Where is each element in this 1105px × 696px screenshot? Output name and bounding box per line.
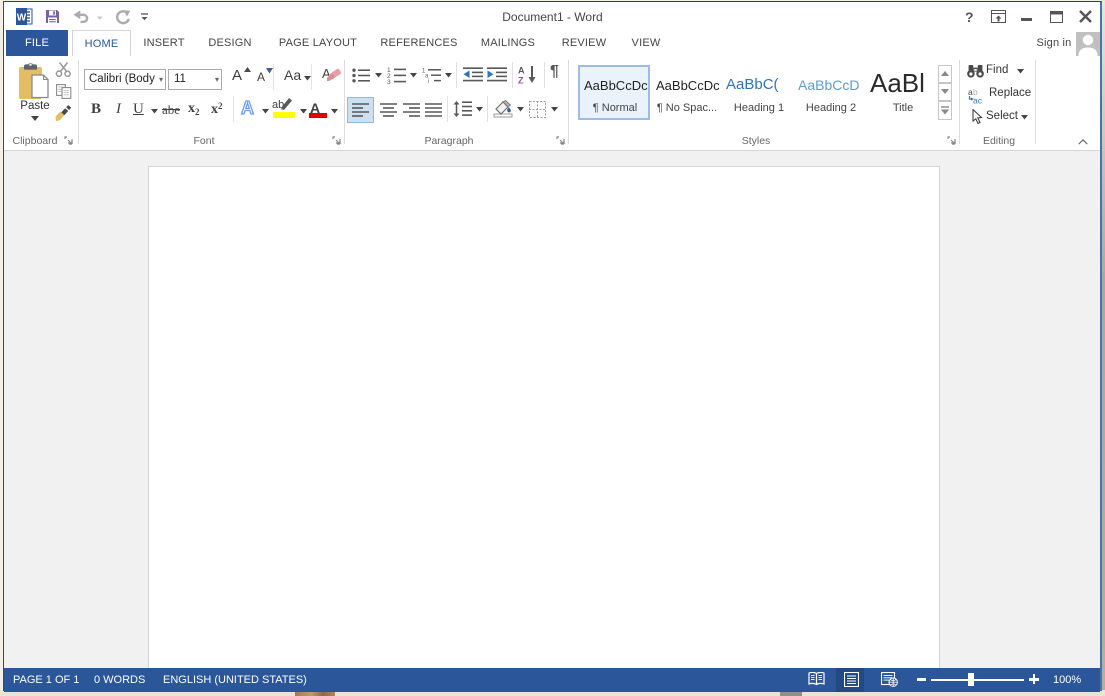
svg-text:A: A — [518, 66, 525, 76]
svg-text:i: i — [428, 79, 429, 83]
svg-text:ac: ac — [973, 96, 983, 105]
svg-text:3: 3 — [387, 79, 391, 84]
svg-text:Z: Z — [518, 76, 524, 85]
